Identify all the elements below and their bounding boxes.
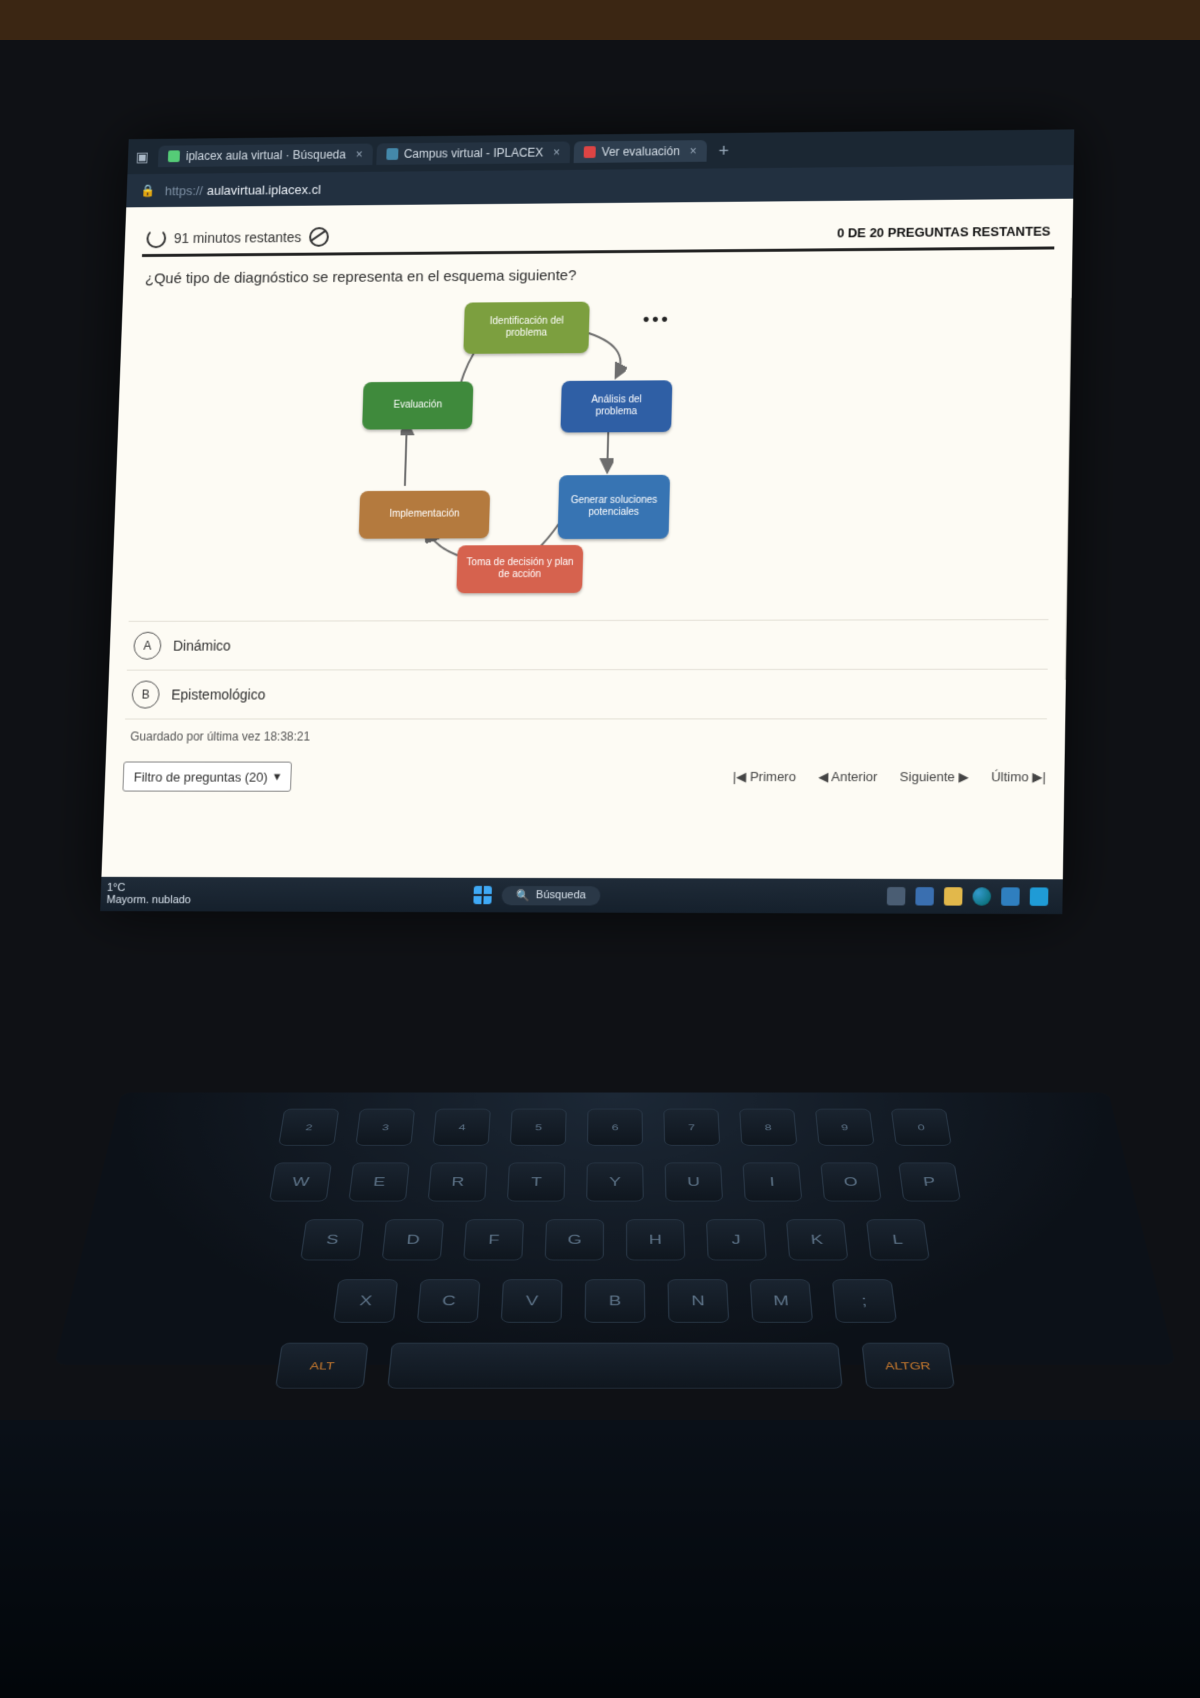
laptop-keyboard: 2345 67890 WERT YUIOP SDFG HJKL XCVB NM;… [54, 1093, 1176, 1365]
tab-label: Ver evaluación [602, 144, 680, 159]
quiz-nav: |◀ Primero ◀ Anterior Siguiente ▶ Último… [733, 769, 1047, 785]
taskbar-store-icon[interactable] [1001, 887, 1020, 905]
diagram-node-identify: Identificación del problema [463, 302, 589, 354]
taskbar-app2-icon[interactable] [915, 887, 934, 905]
nav-last[interactable]: Último ▶| [991, 769, 1046, 785]
side-panel-peek: Ca [1065, 298, 1073, 680]
progress-text: 0 DE 20 PREGUNTAS RESTANTES [837, 223, 1051, 240]
quiz-timer: 91 minutos restantes [146, 227, 329, 248]
diagram-node-evaluate: Evaluación [362, 381, 473, 429]
tab-3[interactable]: Ver evaluación × [574, 140, 707, 163]
quiz-page: 91 minutos restantes 0 DE 20 PREGUNTAS R… [101, 199, 1074, 904]
diagram-node-generate: Generar soluciones potenciales [558, 475, 671, 539]
tab-close-icon[interactable]: × [690, 144, 697, 158]
weather-desc: Mayorm. nublado [106, 894, 191, 906]
option-label: Epistemológico [171, 686, 266, 702]
new-tab-button[interactable]: + [710, 140, 737, 161]
taskbar-weather[interactable]: 1°C Mayorm. nublado [106, 882, 191, 907]
favicon-eval-icon [584, 146, 596, 158]
tab-label: iplacex aula virtual · Búsqueda [186, 148, 346, 163]
photo-dark-area [0, 1420, 1200, 1698]
favicon-campus-icon [386, 148, 398, 160]
filter-label: Filtro de preguntas (20) [134, 769, 268, 784]
taskbar-search[interactable]: 🔍 Búsqueda [502, 885, 600, 905]
option-letter: B [131, 681, 160, 709]
lock-icon: 🔒 [140, 184, 155, 198]
option-letter: A [133, 632, 162, 660]
option-b[interactable]: B Epistemológico [125, 669, 1048, 720]
start-icon[interactable] [474, 886, 493, 904]
diagram-node-decide: Toma de decisión y plan de acción [456, 545, 583, 593]
diagram-more-icon[interactable]: ••• [643, 309, 671, 330]
quiz-footer: Filtro de preguntas (20) ▾ |◀ Primero ◀ … [122, 762, 1046, 793]
option-a[interactable]: A Dinámico [127, 619, 1049, 670]
timer-icon [146, 228, 166, 248]
timer-text: 91 minutos restantes [174, 229, 302, 246]
tab-1[interactable]: iplacex aula virtual · Búsqueda × [158, 144, 373, 168]
weather-temp: 1°C [107, 882, 192, 894]
panel-icon: ▣ [136, 148, 150, 165]
tab-2[interactable]: Campus virtual - IPLACEX × [376, 141, 570, 164]
autosave-text: Guardado por última vez 18:38:21 [123, 719, 1046, 762]
url-host: aulavirtual.iplacex.cl [207, 182, 321, 198]
chevron-down-icon: ▾ [273, 769, 280, 785]
taskbar-edge-icon[interactable] [972, 887, 991, 905]
taskbar-app6-icon[interactable] [1030, 887, 1049, 905]
search-icon: 🔍 [516, 889, 530, 902]
taskbar-app1-icon[interactable] [887, 887, 906, 905]
tab-close-icon[interactable]: × [553, 146, 560, 160]
question-filter-button[interactable]: Filtro de preguntas (20) ▾ [122, 762, 291, 792]
quiz-status-bar: 91 minutos restantes 0 DE 20 PREGUNTAS R… [142, 213, 1055, 257]
nav-prev[interactable]: ◀ Anterior [818, 769, 878, 785]
diagram-node-implement: Implementación [359, 491, 490, 539]
windows-taskbar: 1°C Mayorm. nublado 🔍 Búsqueda [100, 877, 1063, 914]
favicon-search-icon [168, 150, 180, 162]
nav-next[interactable]: Siguiente ▶ [900, 769, 969, 785]
taskbar-explorer-icon[interactable] [944, 887, 963, 905]
autosave-off-icon [309, 227, 329, 247]
diagram-node-analysis: Análisis del problema [560, 380, 672, 432]
url-scheme: https:// [165, 183, 204, 198]
question-text: ¿Qué tipo de diagnóstico se representa e… [145, 263, 1050, 287]
tab-label: Campus virtual - IPLACEX [404, 146, 544, 161]
nav-first[interactable]: |◀ Primero [733, 769, 797, 785]
option-label: Dinámico [173, 638, 231, 654]
laptop-screen: ▣ iplacex aula virtual · Búsqueda × Camp… [100, 129, 1074, 914]
tab-close-icon[interactable]: × [355, 148, 362, 162]
question-diagram: Identificación del problema Evaluación A… [129, 298, 1053, 601]
search-placeholder: Búsqueda [536, 889, 586, 901]
answer-options: A Dinámico B Epistemológico [125, 619, 1048, 719]
